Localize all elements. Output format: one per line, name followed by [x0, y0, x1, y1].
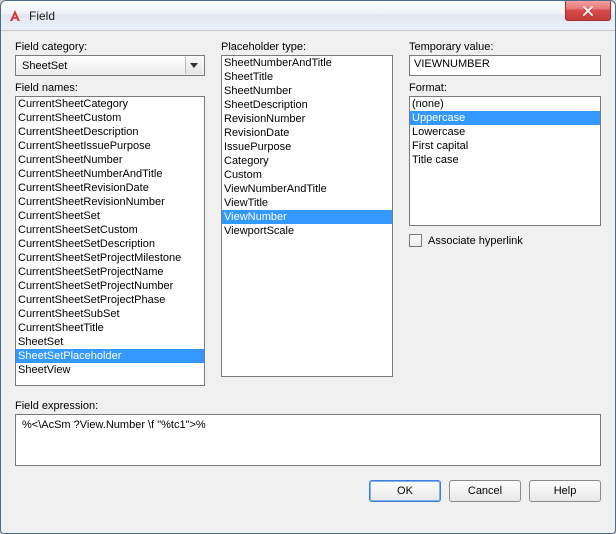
window-controls [565, 1, 615, 30]
list-item[interactable]: CurrentSheetIssuePurpose [16, 139, 204, 153]
list-item[interactable]: SheetSet [16, 335, 204, 349]
list-item[interactable]: CurrentSheetTitle [16, 321, 204, 335]
list-item[interactable]: CurrentSheetSetProjectName [16, 265, 204, 279]
field-names-label: Field names: [15, 82, 205, 94]
list-item[interactable]: CurrentSheetSetCustom [16, 223, 204, 237]
list-item[interactable]: (none) [410, 97, 600, 111]
list-item[interactable]: SheetView [16, 363, 204, 377]
format-list[interactable]: (none)UppercaseLowercaseFirst capitalTit… [409, 96, 601, 226]
list-item[interactable]: CurrentSheetSetProjectPhase [16, 293, 204, 307]
list-item[interactable]: RevisionDate [222, 126, 392, 140]
cancel-button[interactable]: Cancel [449, 480, 521, 502]
list-item[interactable]: ViewportScale [222, 224, 392, 238]
help-button[interactable]: Help [529, 480, 601, 502]
list-item[interactable]: SheetNumber [222, 84, 392, 98]
list-item[interactable]: First capital [410, 139, 600, 153]
field-expression-label: Field expression: [15, 400, 601, 412]
field-category-combo[interactable]: SheetSet [15, 55, 205, 76]
field-category-value: SheetSet [22, 60, 67, 72]
placeholder-type-label: Placeholder type: [221, 41, 393, 53]
list-item[interactable]: Uppercase [410, 111, 600, 125]
field-expression-box: %<\AcSm ?View.Number \f "%tc1">% [15, 414, 601, 466]
list-item[interactable]: Lowercase [410, 125, 600, 139]
list-item[interactable]: IssuePurpose [222, 140, 392, 154]
list-item[interactable]: CurrentSheetNumberAndTitle [16, 167, 204, 181]
list-item[interactable]: ViewNumberAndTitle [222, 182, 392, 196]
list-item[interactable]: CurrentSheetNumber [16, 153, 204, 167]
field-expression-text: %<\AcSm ?View.Number \f "%tc1">% [22, 419, 206, 431]
associate-hyperlink-row[interactable]: Associate hyperlink [409, 234, 601, 247]
list-item[interactable]: CurrentSheetRevisionDate [16, 181, 204, 195]
ok-button[interactable]: OK [369, 480, 441, 502]
list-item[interactable]: CurrentSheetSet [16, 209, 204, 223]
list-item[interactable]: SheetNumberAndTitle [222, 56, 392, 70]
field-dialog: Field Field category: SheetSet Field nam [0, 0, 616, 534]
list-item[interactable]: Category [222, 154, 392, 168]
list-item[interactable]: ViewNumber [222, 210, 392, 224]
list-item[interactable]: CurrentSheetSetProjectNumber [16, 279, 204, 293]
list-item[interactable]: CurrentSheetCategory [16, 97, 204, 111]
field-names-list[interactable]: CurrentSheetCategoryCurrentSheetCustomCu… [15, 96, 205, 386]
field-category-label: Field category: [15, 41, 205, 53]
temporary-value-text: VIEWNUMBER [414, 58, 490, 70]
list-item[interactable]: CurrentSheetSubSet [16, 307, 204, 321]
list-item[interactable]: CurrentSheetDescription [16, 125, 204, 139]
titlebar[interactable]: Field [1, 1, 615, 31]
chevron-down-icon [185, 57, 202, 74]
associate-hyperlink-label: Associate hyperlink [428, 235, 523, 247]
list-item[interactable]: CurrentSheetSetDescription [16, 237, 204, 251]
associate-hyperlink-checkbox[interactable] [409, 234, 422, 247]
list-item[interactable]: CurrentSheetRevisionNumber [16, 195, 204, 209]
placeholder-type-list[interactable]: SheetNumberAndTitleSheetTitleSheetNumber… [221, 55, 393, 377]
close-button[interactable] [565, 1, 611, 21]
temporary-value-label: Temporary value: [409, 41, 601, 53]
list-item[interactable]: SheetSetPlaceholder [16, 349, 204, 363]
list-item[interactable]: Custom [222, 168, 392, 182]
format-label: Format: [409, 82, 601, 94]
list-item[interactable]: RevisionNumber [222, 112, 392, 126]
list-item[interactable]: ViewTitle [222, 196, 392, 210]
client-area: Field category: SheetSet Field names: Cu… [1, 31, 615, 533]
list-item[interactable]: SheetDescription [222, 98, 392, 112]
list-item[interactable]: Title case [410, 153, 600, 167]
window-title: Field [29, 9, 565, 23]
list-item[interactable]: SheetTitle [222, 70, 392, 84]
list-item[interactable]: CurrentSheetCustom [16, 111, 204, 125]
dialog-buttons: OK Cancel Help [15, 480, 601, 502]
list-item[interactable]: CurrentSheetSetProjectMilestone [16, 251, 204, 265]
app-icon [7, 8, 23, 24]
temporary-value-input[interactable]: VIEWNUMBER [409, 55, 601, 76]
